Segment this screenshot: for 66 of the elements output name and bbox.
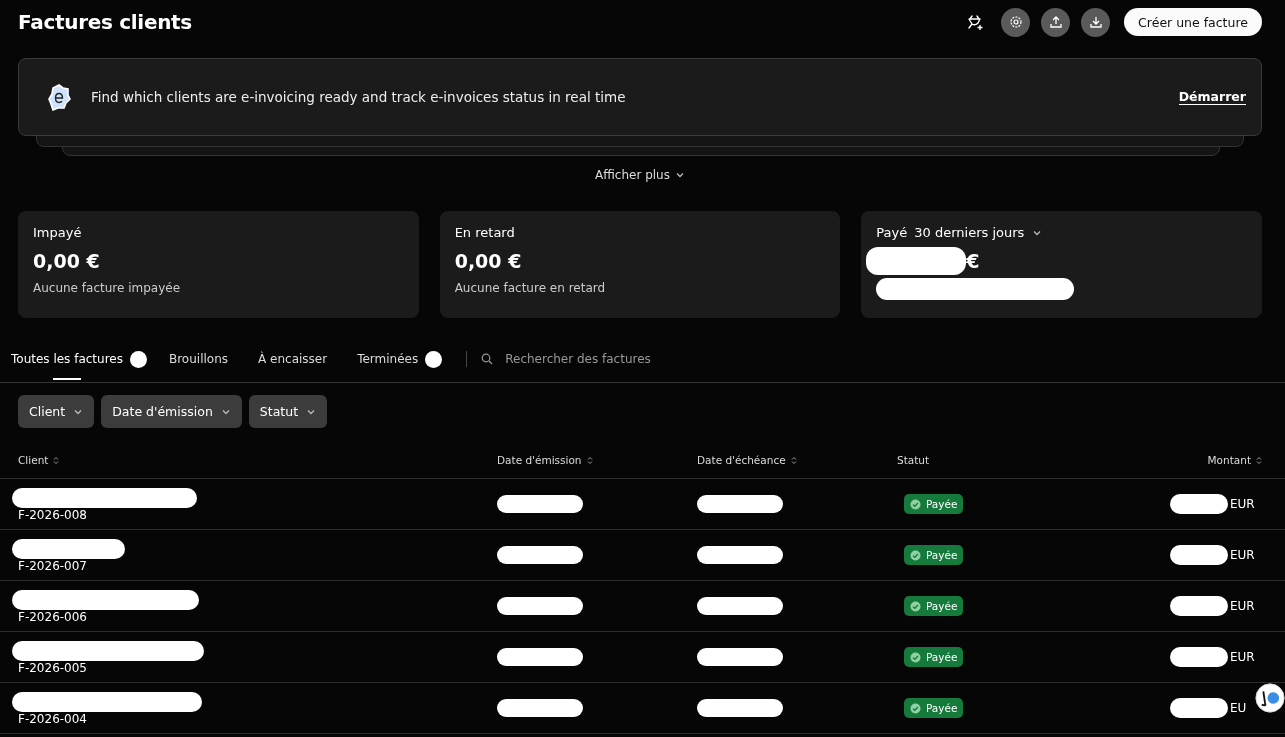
redaction-mark	[1170, 545, 1228, 565]
settings-button[interactable]	[1001, 7, 1031, 37]
check-circle-icon	[910, 498, 921, 510]
help-widget-icon	[1255, 683, 1285, 713]
tab[interactable]: Terminées	[357, 338, 419, 380]
column-header: Statut	[897, 454, 931, 466]
search-field[interactable]: Rechercher des factures	[481, 351, 728, 367]
filter-dropdown[interactable]: Date d'émission	[101, 395, 242, 428]
redaction-mark	[1170, 698, 1228, 718]
status-badge: Payée	[904, 647, 964, 667]
stat-amount: 0,00 €	[33, 250, 100, 272]
period-dropdown[interactable]: 30 derniers jours	[914, 225, 1043, 240]
invoice-number: F-2026-006	[18, 610, 87, 624]
status-badge: Payée	[904, 596, 964, 616]
stat-label: Payé	[876, 225, 908, 240]
amount-currency: EUR	[1230, 497, 1255, 511]
amount-currency: EUR	[1230, 650, 1255, 664]
redaction-mark	[1170, 494, 1228, 514]
settings-icon	[1008, 15, 1023, 29]
column-header[interactable]: Date d'émission	[497, 454, 697, 466]
stat-amount: €	[966, 250, 980, 272]
redaction-mark	[1170, 647, 1228, 667]
stat-label: En retard	[454, 225, 515, 240]
banner-text: Find which clients are e-invoicing ready and track e-invoices status in real time	[91, 89, 627, 105]
sort-icon	[53, 455, 60, 465]
create-invoice-button[interactable]: Créer une facture	[1124, 8, 1262, 36]
amount-currency: EUR	[1230, 599, 1255, 613]
column-header[interactable]: Client	[18, 454, 497, 466]
show-more-button[interactable]: Afficher plus	[595, 164, 685, 186]
status-badge: Payée	[904, 545, 964, 565]
tab[interactable]: Brouillons	[168, 338, 229, 380]
sort-icon	[790, 455, 797, 465]
tab[interactable]: À encaisser	[258, 338, 328, 380]
sort-icon	[586, 455, 593, 465]
stat-note: Aucune facture impayée	[33, 281, 182, 295]
download-button[interactable]	[1081, 7, 1111, 37]
check-circle-icon	[910, 702, 921, 714]
upload-icon	[1048, 15, 1063, 29]
check-circle-icon	[910, 651, 921, 663]
search-icon	[481, 353, 494, 365]
invoice-number: F-2026-004	[18, 712, 87, 726]
invoice-number: F-2026-005	[18, 661, 87, 675]
status-badge: Payée	[904, 698, 964, 718]
invoice-number: F-2026-008	[18, 508, 87, 522]
amount-currency: EU	[1230, 701, 1247, 715]
amount-currency: EUR	[1230, 548, 1255, 562]
e-badge-icon	[47, 83, 71, 111]
column-header[interactable]: Montant	[1170, 454, 1262, 466]
download-icon	[1088, 15, 1103, 29]
page-title: Factures clients	[18, 10, 192, 34]
tab[interactable]: Toutes les factures	[11, 338, 123, 380]
chevron-down-icon	[674, 170, 685, 180]
stat-note: Aucune facture en retard	[454, 281, 607, 295]
stat-label: Impayé	[33, 225, 82, 240]
invoice-number: F-2026-007	[18, 559, 87, 573]
upload-button[interactable]	[1041, 7, 1071, 37]
status-badge: Payée	[904, 494, 964, 514]
column-header[interactable]: Date d'échéance	[697, 454, 897, 466]
sort-icon	[1256, 455, 1262, 465]
check-circle-icon	[910, 549, 921, 561]
filter-dropdown[interactable]: Client	[18, 395, 95, 428]
stat-amount: 0,00 €	[454, 250, 522, 272]
start-link[interactable]: Démarrer	[1178, 89, 1246, 105]
filter-dropdown[interactable]: Statut	[248, 395, 328, 428]
redaction-mark	[1170, 596, 1228, 616]
check-circle-icon	[910, 600, 921, 612]
